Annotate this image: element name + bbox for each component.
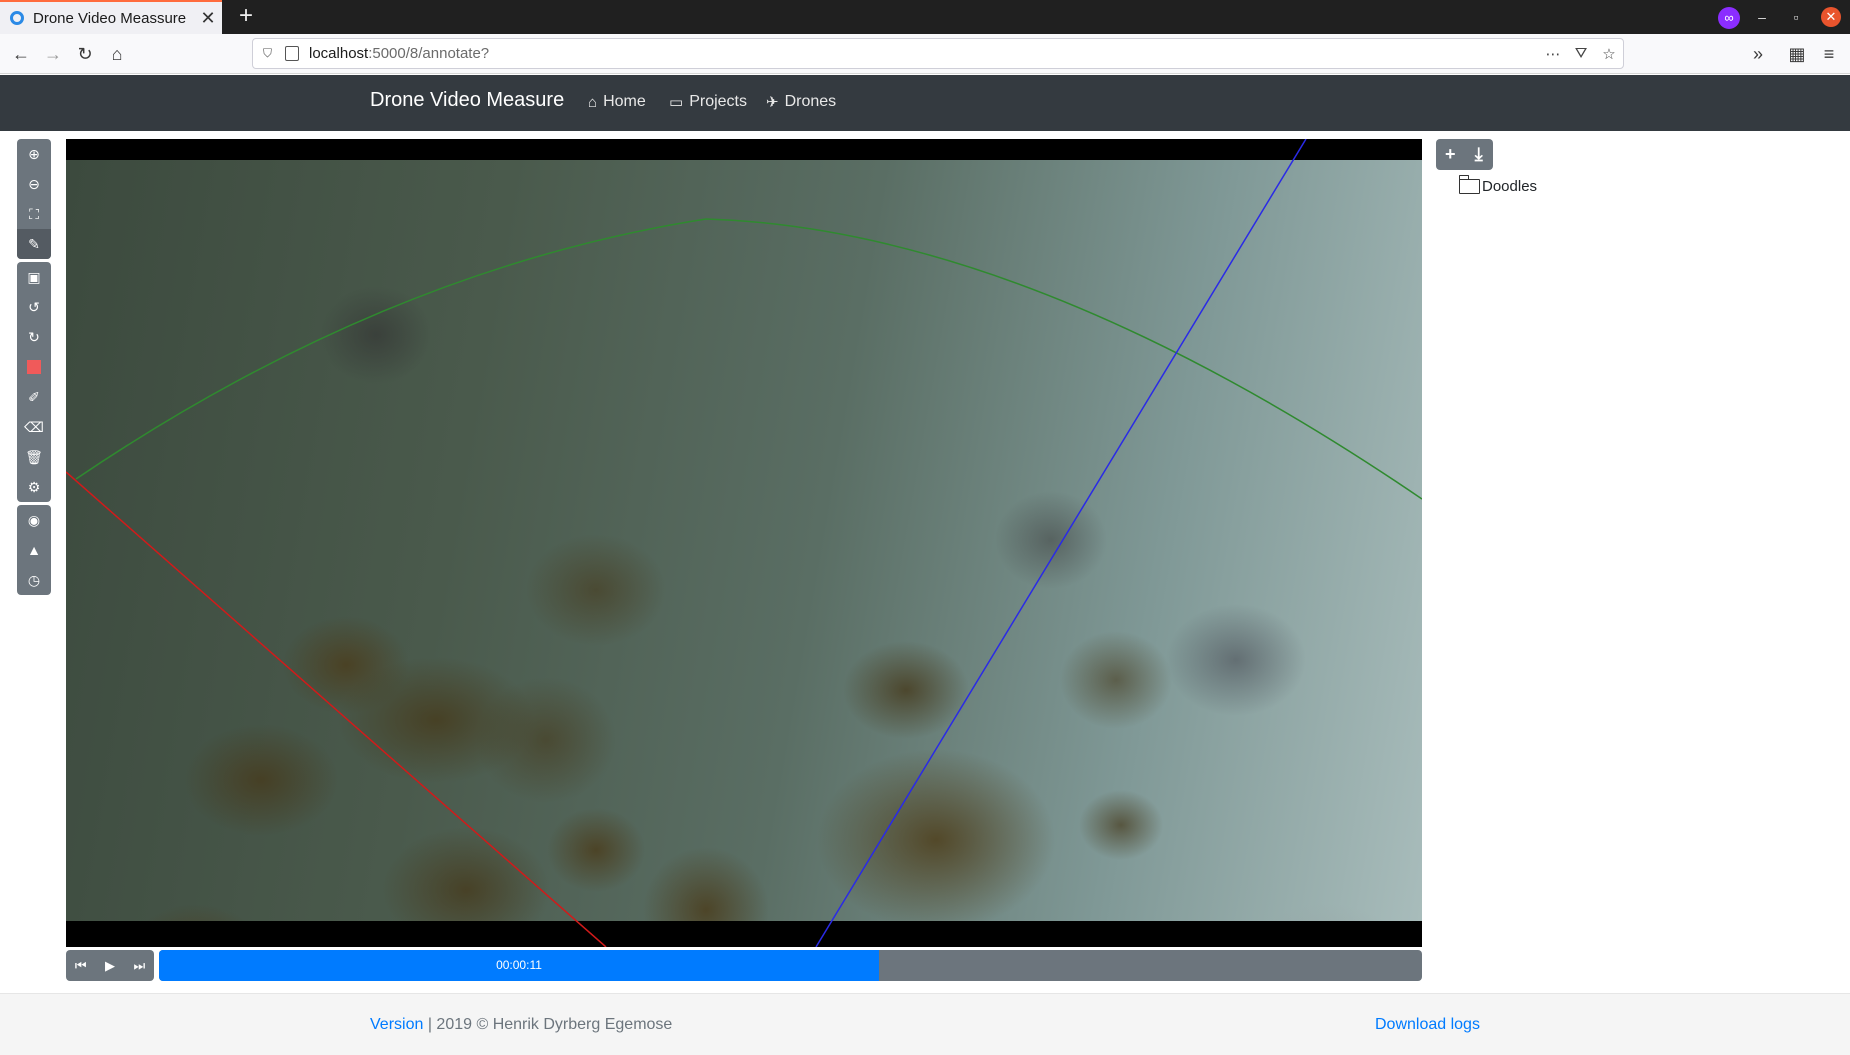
nav-home[interactable]: ⌂ Home: [588, 93, 646, 111]
more-actions-icon[interactable]: ⋯: [1539, 45, 1567, 63]
playback-buttons: ⏮ ▶ ⏭: [66, 950, 154, 981]
home-icon: ⌂: [588, 93, 598, 111]
red-line-annotation: [66, 471, 607, 947]
trash-icon[interactable]: 🗑: [17, 442, 51, 472]
overflow-icon[interactable]: »: [1745, 41, 1771, 67]
save-icon[interactable]: ▣: [17, 262, 51, 292]
undo-icon[interactable]: ↺: [17, 292, 51, 322]
settings-icon[interactable]: ⚙: [17, 472, 51, 502]
tree-folder-doodles[interactable]: Doodles: [1458, 175, 1538, 195]
zoom-out-icon[interactable]: ⊖: [17, 169, 51, 199]
import-icon[interactable]: ⤓: [1465, 139, 1494, 170]
video-canvas[interactable]: [66, 139, 1422, 947]
step-back-icon[interactable]: ⏮: [66, 950, 95, 981]
bookmark-star-icon[interactable]: ☆: [1595, 45, 1623, 63]
new-tab-button[interactable]: +: [232, 3, 260, 31]
redo-icon[interactable]: ↻: [17, 322, 51, 352]
window-close-button[interactable]: ✕: [1821, 7, 1841, 27]
swatch-color: [27, 360, 41, 374]
app-navbar: Drone Video Measure ⌂ Home ▭ Projects ✈ Dro…: [0, 75, 1850, 131]
step-forward-icon[interactable]: ⏭: [125, 950, 154, 981]
menu-icon[interactable]: ≡: [1816, 41, 1842, 67]
browser-tab[interactable]: Drone Video Meassure ✕: [0, 0, 222, 34]
annotation-toolbar: ⊕ ⊖ ⛶ ✎ ▣ ↺ ↻ ✐ ⌫ 🗑 ⚙ ◉ ▲ ◷: [17, 139, 51, 598]
favicon-icon: [10, 11, 24, 25]
browser-navbar: ← → ↻ ⌂ ⛉ localhost:5000/8/annotate? ⋯ ⛛…: [0, 34, 1850, 74]
compass-icon[interactable]: ◉: [17, 505, 51, 535]
zoom-in-icon[interactable]: ⊕: [17, 139, 51, 169]
video-player-controls: ⏮ ▶ ⏭ 00:00:11: [66, 950, 1422, 981]
pencil-icon[interactable]: ✐: [17, 382, 51, 412]
clock-icon[interactable]: ◷: [17, 565, 51, 595]
folder-open-icon: ▭: [669, 94, 684, 111]
back-icon[interactable]: ←: [8, 41, 34, 67]
green-arc-annotation: [75, 218, 1422, 500]
close-tab-icon[interactable]: ✕: [194, 8, 222, 29]
annotation-overlay[interactable]: [66, 139, 1422, 947]
url-text[interactable]: localhost:5000/8/annotate?: [309, 45, 1539, 62]
browser-tabbar: Drone Video Meassure ✕ + ∞ – ▫ ✕: [0, 0, 1850, 34]
tree-folder-label: Doodles: [1482, 178, 1538, 195]
download-logs-link[interactable]: Download logs: [1375, 1016, 1480, 1034]
shield-icon: ⛉: [263, 46, 273, 60]
plane-icon: ✈: [766, 94, 779, 111]
color-swatch[interactable]: [17, 352, 51, 382]
add-folder-icon[interactable]: +: [1436, 139, 1465, 170]
forward-icon[interactable]: →: [40, 41, 66, 67]
home-icon[interactable]: ⌂: [104, 41, 130, 67]
extensions-icon[interactable]: ▦: [1784, 41, 1810, 67]
video-progress-bar[interactable]: 00:00:11: [159, 950, 1422, 981]
footer-credit: Version | 2019 © Henrik Dyrberg Egemose: [370, 1016, 672, 1034]
play-icon[interactable]: ▶: [95, 950, 124, 981]
view-tools: ⊕ ⊖ ⛶ ✎: [17, 139, 51, 259]
url-bar[interactable]: ⛉ localhost:5000/8/annotate? ⋯ ⛛ ☆: [252, 38, 1624, 69]
fit-screen-icon[interactable]: ⛶: [17, 199, 51, 229]
chart-icon[interactable]: ▲: [17, 535, 51, 565]
brand-link[interactable]: Drone Video Measure: [370, 89, 564, 112]
annotation-tree-buttons: + ⤓: [1436, 139, 1493, 170]
nav-projects[interactable]: ▭ Projects: [669, 93, 747, 111]
pocket-icon[interactable]: ⛛: [1567, 45, 1595, 62]
page-info-icon[interactable]: [285, 46, 299, 61]
nav-drones[interactable]: ✈ Drones: [766, 93, 836, 111]
version-link[interactable]: Version: [370, 1016, 423, 1033]
copyright-text: | 2019 © Henrik Dyrberg Egemose: [423, 1016, 673, 1033]
blue-line-annotation: [815, 139, 1307, 947]
eraser-icon[interactable]: ⌫: [17, 412, 51, 442]
edit-icon[interactable]: ✎: [17, 229, 51, 259]
reload-icon[interactable]: ↻: [72, 41, 98, 67]
page-footer: Version | 2019 © Henrik Dyrberg Egemose …: [0, 993, 1850, 1055]
progress-time: 00:00:11: [496, 958, 542, 972]
private-browsing-icon: ∞: [1718, 7, 1740, 29]
restore-button[interactable]: ▫: [1786, 6, 1806, 28]
tab-title: Drone Video Meassure: [33, 9, 187, 27]
minimize-button[interactable]: –: [1752, 6, 1772, 28]
analysis-tools: ◉ ▲ ◷: [17, 505, 51, 595]
folder-icon: [1458, 175, 1480, 194]
edit-tools: ▣ ↺ ↻ ✐ ⌫ 🗑 ⚙: [17, 262, 51, 502]
